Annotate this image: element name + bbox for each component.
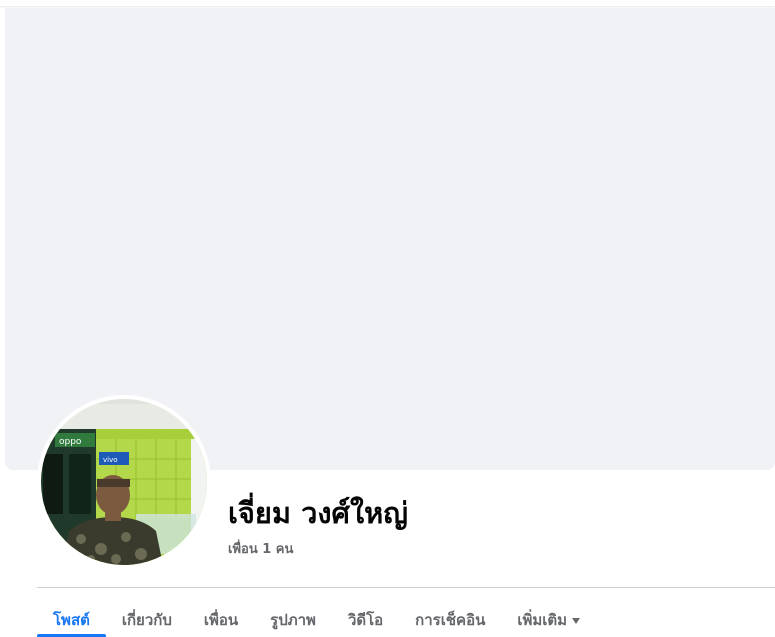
store-sign-oppo: oppo xyxy=(59,437,82,447)
tab-more-label: เพิ่มเติม xyxy=(517,611,568,629)
profile-picture[interactable]: oppo vivo xyxy=(37,395,211,569)
store-sign-vivo: vivo xyxy=(103,456,118,464)
tab-friends-label: เพื่อน xyxy=(203,611,239,629)
top-navigation-bar xyxy=(0,0,775,6)
tab-checkins[interactable]: การเช็คอิน xyxy=(399,596,501,633)
divider xyxy=(37,587,775,588)
tab-posts[interactable]: โพสต์ xyxy=(37,596,106,637)
profile-name: เจี่ยม วงศ์ใหญ่ xyxy=(228,496,408,530)
tab-videos[interactable]: วิดีโอ xyxy=(332,596,399,633)
tab-videos-label: วิดีโอ xyxy=(347,611,384,629)
tab-photos[interactable]: รูปภาพ xyxy=(254,596,332,633)
tab-friends[interactable]: เพื่อน xyxy=(188,596,254,633)
profile-tabs: โพสต์ เกี่ยวกับ เพื่อน รูปภาพ วิดีโอ การ… xyxy=(37,596,596,637)
profile-photo-image: oppo vivo xyxy=(41,399,207,565)
tab-more[interactable]: เพิ่มเติม xyxy=(501,596,596,633)
friends-count-link[interactable]: เพื่อน 1 คน xyxy=(228,538,293,559)
tab-checkins-label: การเช็คอิน xyxy=(415,611,486,629)
tab-about-label: เกี่ยวกับ xyxy=(121,611,172,629)
tab-photos-label: รูปภาพ xyxy=(270,611,316,629)
tab-posts-label: โพสต์ xyxy=(53,611,90,629)
tab-about[interactable]: เกี่ยวกับ xyxy=(106,596,188,633)
profile-photo: oppo vivo xyxy=(41,399,207,565)
caret-down-icon xyxy=(572,617,581,624)
